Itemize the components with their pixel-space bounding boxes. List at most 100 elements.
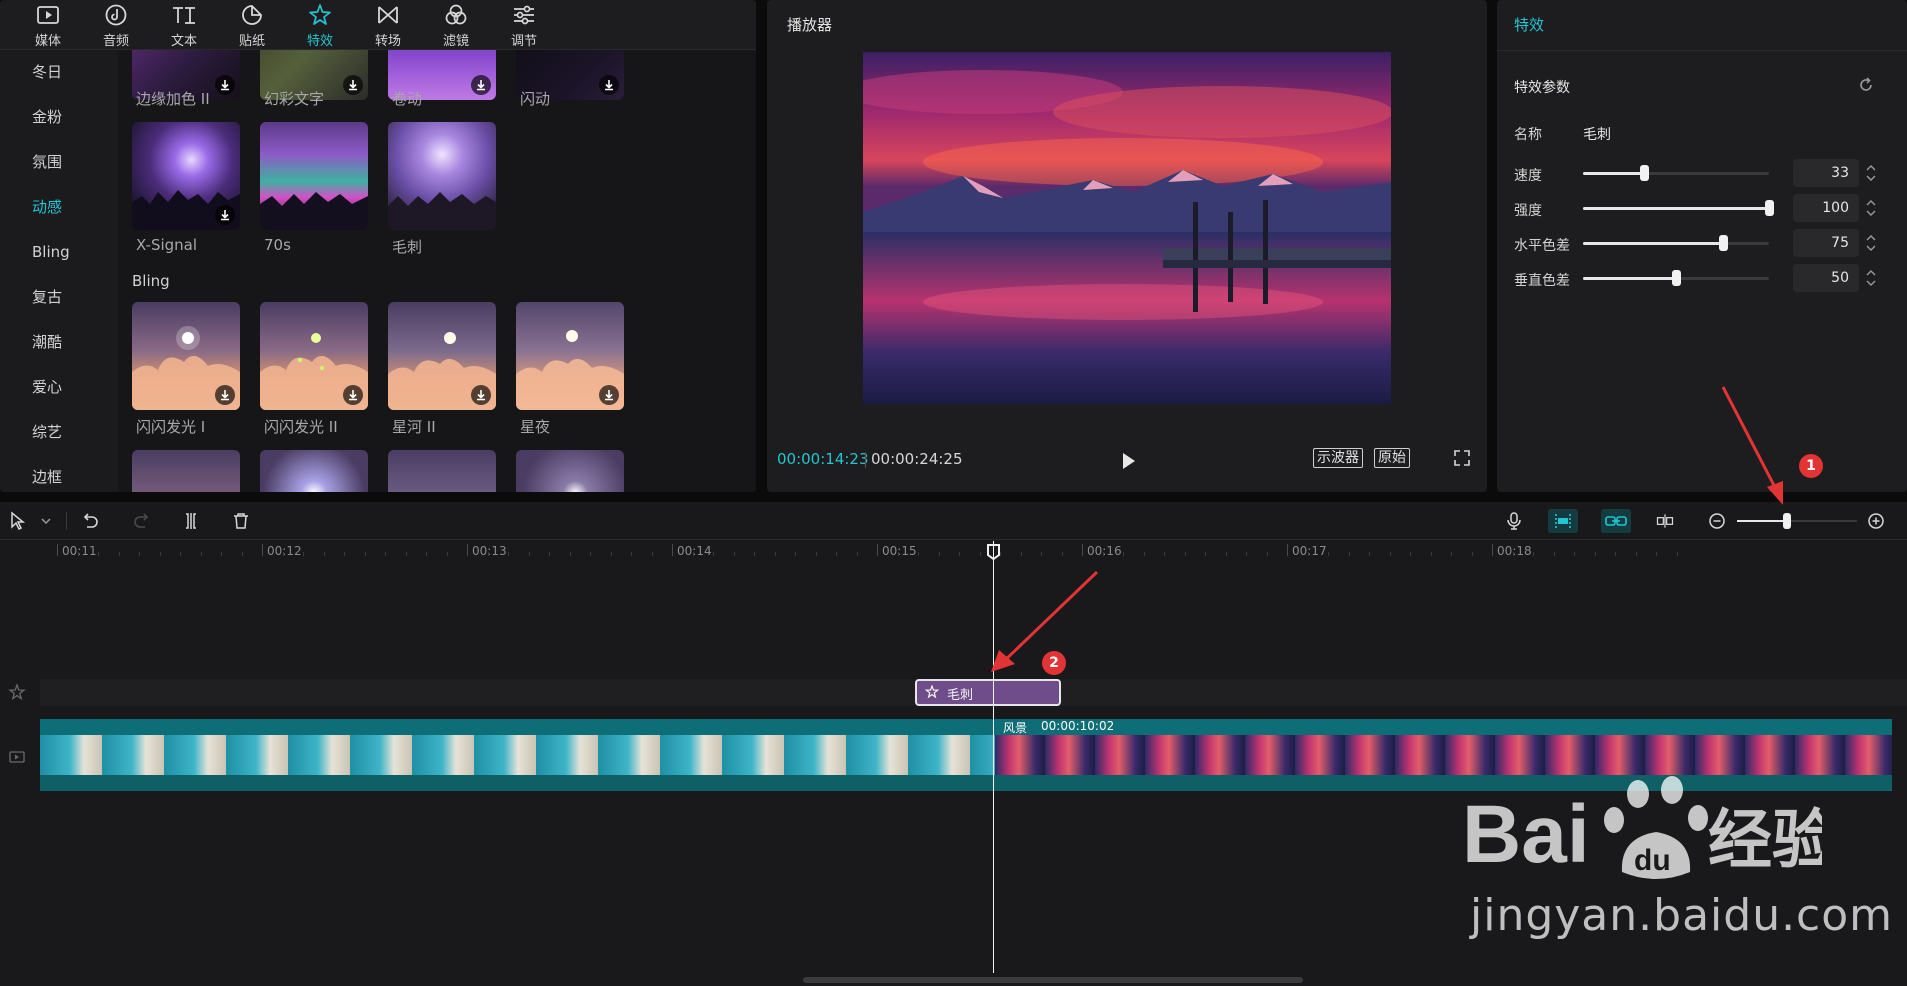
- download-icon[interactable]: [599, 75, 619, 95]
- ruler-minor-tick: [508, 552, 509, 556]
- slider-knob[interactable]: [1765, 200, 1774, 216]
- category-item[interactable]: Bling: [0, 230, 118, 275]
- chevron-up-icon: [1866, 165, 1876, 171]
- record-audio-button[interactable]: [1504, 511, 1524, 531]
- download-icon[interactable]: [471, 75, 491, 95]
- baidu-jingyan-logo: Bai du 经验: [1462, 776, 1822, 880]
- auto-snap-toggle[interactable]: [1548, 509, 1578, 533]
- original-ratio-button[interactable]: 原始: [1374, 448, 1410, 468]
- effect-label: 闪闪发光 I: [136, 418, 206, 436]
- star-icon: [8, 683, 26, 701]
- effect-thumb[interactable]: [388, 450, 496, 492]
- effect-thumb[interactable]: [132, 450, 240, 492]
- tab-sticker-label: 贴纸: [238, 34, 265, 49]
- download-icon[interactable]: [471, 385, 491, 405]
- tab-media-label: 媒体: [34, 34, 61, 49]
- effect-thumb-glitch[interactable]: [388, 122, 496, 230]
- ruler-minor-tick: [1348, 552, 1350, 556]
- select-tool-dropdown[interactable]: [36, 511, 51, 531]
- param-stepper[interactable]: [1863, 194, 1879, 222]
- video-preview[interactable]: [863, 52, 1391, 404]
- video-clip-beach[interactable]: [40, 719, 995, 791]
- slider-knob[interactable]: [1718, 235, 1728, 251]
- properties-title[interactable]: 特效: [1514, 14, 1544, 35]
- linkage-toggle[interactable]: [1601, 509, 1631, 533]
- zoom-in-button[interactable]: [1866, 511, 1886, 531]
- reset-button[interactable]: [1857, 76, 1875, 94]
- zoom-knob[interactable]: [1783, 513, 1792, 529]
- tab-text[interactable]: 文本: [150, 0, 218, 50]
- ruler-minor-tick: [918, 552, 919, 556]
- param-stepper[interactable]: [1863, 229, 1879, 257]
- crowd-silhouette: [388, 192, 496, 230]
- download-icon[interactable]: [215, 205, 235, 225]
- param-value-input[interactable]: 75: [1793, 229, 1859, 257]
- time-ruler[interactable]: 00:11 00:12 00:13 00:14 00:15 00:16 00:17 00:18: [40, 540, 1907, 560]
- split-button[interactable]: [181, 511, 201, 531]
- download-icon[interactable]: [215, 385, 235, 405]
- category-item[interactable]: 冬日: [0, 50, 118, 95]
- fullscreen-button[interactable]: [1453, 449, 1471, 467]
- tab-sticker[interactable]: 贴纸: [218, 0, 286, 50]
- download-icon[interactable]: [599, 385, 619, 405]
- redo-button[interactable]: [132, 511, 152, 531]
- download-icon[interactable]: [215, 75, 235, 95]
- effect-thumb-galaxy-2[interactable]: [388, 302, 496, 410]
- tab-effects[interactable]: 特效: [286, 0, 354, 50]
- undo-button[interactable]: [80, 511, 100, 531]
- section-heading-bling: Bling: [132, 272, 170, 290]
- category-item[interactable]: 氛围: [0, 140, 118, 185]
- effect-thumb-starry-night[interactable]: [516, 302, 624, 410]
- slider-knob[interactable]: [1640, 165, 1650, 181]
- tab-adjust[interactable]: 调节: [490, 0, 558, 50]
- effect-thumb[interactable]: [516, 450, 624, 492]
- timeline-scrollbar[interactable]: [803, 977, 1303, 983]
- preview-axis-toggle[interactable]: [1655, 511, 1679, 531]
- tab-audio[interactable]: 音频: [82, 0, 150, 50]
- param-value-input[interactable]: 100: [1793, 194, 1859, 222]
- tab-filter[interactable]: 滤镜: [422, 0, 490, 50]
- category-item-active[interactable]: 动感: [0, 185, 118, 230]
- effect-thumb[interactable]: [260, 450, 368, 492]
- ruler-minor-tick: [1307, 552, 1309, 556]
- param-stepper[interactable]: [1863, 159, 1879, 187]
- download-icon[interactable]: [343, 75, 363, 95]
- playhead-handle[interactable]: [986, 543, 1001, 561]
- param-slider[interactable]: [1583, 235, 1769, 251]
- effect-thumb-sparkle-2[interactable]: [260, 302, 368, 410]
- param-stepper[interactable]: [1863, 264, 1879, 292]
- param-slider[interactable]: [1583, 270, 1769, 286]
- slider-knob[interactable]: [1672, 270, 1681, 286]
- select-tool-button[interactable]: [8, 511, 28, 531]
- param-value-input[interactable]: 33: [1793, 159, 1859, 187]
- zoom-slider[interactable]: [1737, 513, 1857, 529]
- param-slider[interactable]: [1583, 165, 1769, 181]
- clip-name: 风景: [1003, 721, 1028, 735]
- category-item[interactable]: 综艺: [0, 410, 118, 455]
- play-button[interactable]: [1117, 450, 1139, 472]
- category-item[interactable]: 爱心: [0, 365, 118, 410]
- ruler-minor-tick: [1266, 552, 1268, 556]
- tab-adjust-label: 调节: [510, 34, 537, 49]
- effect-star-icon: [925, 685, 939, 699]
- effect-thumb-x-signal[interactable]: [132, 122, 240, 230]
- tab-transition[interactable]: 转场: [354, 0, 422, 50]
- effect-clip[interactable]: 毛刺: [915, 679, 1061, 706]
- tab-media[interactable]: 媒体: [14, 0, 82, 50]
- ruler-minor-tick: [1512, 552, 1514, 556]
- param-value-input[interactable]: 50: [1793, 264, 1859, 292]
- category-item[interactable]: 复古: [0, 275, 118, 320]
- param-slider[interactable]: [1583, 200, 1774, 216]
- chevron-up-icon: [1866, 235, 1876, 241]
- zoom-out-button[interactable]: [1707, 511, 1727, 531]
- effect-thumb-sparkle-1[interactable]: [132, 302, 240, 410]
- category-item[interactable]: 潮酷: [0, 320, 118, 365]
- ruler-minor-tick: [836, 552, 837, 556]
- ruler-label: 00:14: [677, 544, 712, 558]
- scope-button[interactable]: 示波器: [1313, 448, 1363, 468]
- effect-thumb-70s[interactable]: [260, 122, 368, 230]
- download-icon[interactable]: [343, 385, 363, 405]
- delete-button[interactable]: [231, 511, 251, 531]
- category-item[interactable]: 边框: [0, 455, 118, 492]
- category-item[interactable]: 金粉: [0, 95, 118, 140]
